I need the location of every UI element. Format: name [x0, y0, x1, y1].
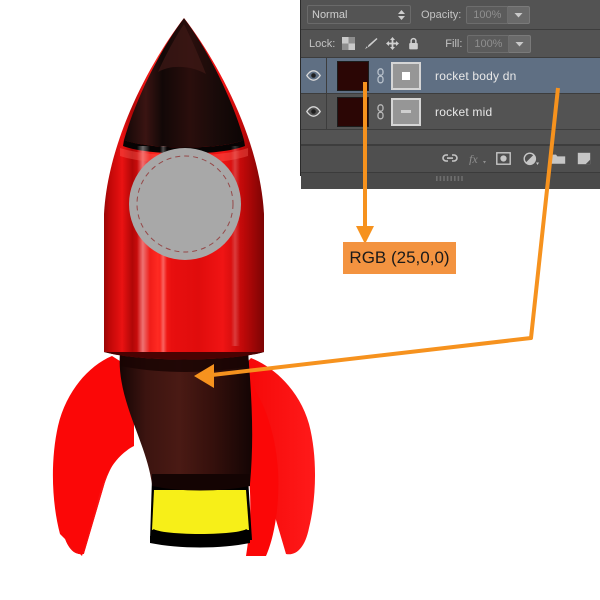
blend-mode-select[interactable]: Normal — [307, 5, 411, 24]
add-layer-mask-icon[interactable] — [496, 152, 511, 167]
mask-shape-square — [402, 72, 410, 80]
updown-spinner-icon[interactable] — [397, 9, 406, 21]
layer-thumbnail[interactable] — [337, 97, 369, 127]
fill-dropdown-chevron-down-icon[interactable] — [509, 35, 531, 53]
mask-shape-dash — [401, 110, 411, 113]
adjustment-layer-icon[interactable] — [523, 152, 538, 167]
opacity-label: Opacity: — [421, 9, 461, 21]
move-arrows-icon[interactable] — [386, 37, 399, 50]
lock-label: Lock: — [309, 38, 335, 50]
layer-row-rocket-mid[interactable]: rocket mid — [301, 94, 600, 130]
eye-icon[interactable] — [301, 58, 327, 93]
fill-label: Fill: — [445, 38, 462, 50]
svg-text:fx: fx — [469, 152, 478, 165]
fill-value: 100% — [474, 38, 502, 50]
opacity-input[interactable]: 100% — [466, 6, 508, 24]
resize-grip-icon — [436, 176, 466, 181]
layer-name: rocket mid — [435, 105, 492, 119]
opacity-value: 100% — [473, 9, 501, 21]
new-group-folder-icon[interactable] — [550, 152, 565, 167]
link-layers-icon[interactable] — [442, 152, 457, 167]
layers-panel-footer: fx — [301, 145, 600, 172]
link-icon[interactable] — [374, 68, 386, 84]
layer-name: rocket body dn — [435, 69, 517, 83]
screenshot-root: Normal Opacity: 100% Lock: — [0, 0, 600, 600]
layer-row-rocket-body-dn[interactable]: rocket body dn — [301, 58, 600, 94]
rocket-window — [129, 148, 241, 260]
new-layer-icon[interactable] — [577, 152, 592, 167]
layer-mask-thumbnail[interactable] — [391, 98, 421, 126]
rocket-lower-body — [120, 352, 253, 491]
layer-thumbnail[interactable] — [337, 61, 369, 91]
lock-row: Lock: — [301, 30, 600, 58]
layer-mask-thumbnail[interactable] — [391, 62, 421, 90]
rgb-value-callout: RGB (25,0,0) — [343, 242, 456, 274]
lock-padlock-icon[interactable] — [408, 37, 421, 50]
blend-mode-row: Normal Opacity: 100% — [301, 0, 600, 30]
fill-input[interactable]: 100% — [467, 35, 509, 53]
transparency-checker-icon[interactable] — [342, 37, 355, 50]
layer-style-fx-icon[interactable]: fx — [469, 152, 484, 167]
layers-panel[interactable]: Normal Opacity: 100% Lock: — [300, 0, 600, 176]
rgb-value-text: RGB (25,0,0) — [349, 248, 449, 268]
opacity-dropdown-chevron-down-icon[interactable] — [508, 6, 530, 24]
blend-mode-value: Normal — [312, 9, 347, 21]
brush-icon[interactable] — [364, 37, 377, 50]
panel-resize-strip[interactable] — [301, 172, 600, 189]
eye-icon[interactable] — [301, 94, 327, 129]
layers-list-empty-space — [301, 130, 600, 145]
link-icon[interactable] — [374, 104, 386, 120]
